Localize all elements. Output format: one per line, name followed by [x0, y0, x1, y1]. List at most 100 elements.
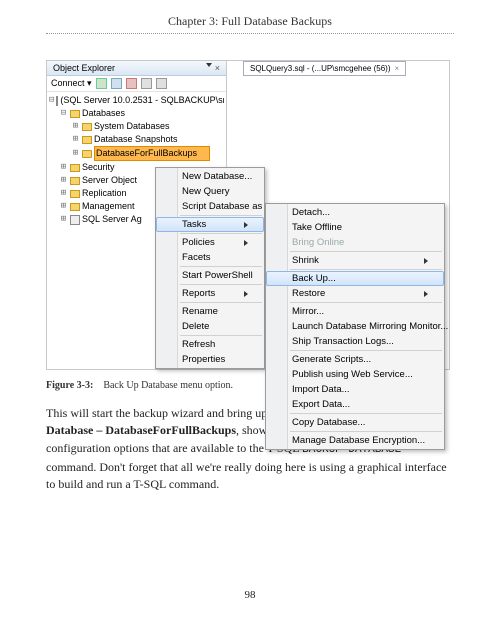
expand-icon[interactable]: ⊞	[59, 161, 68, 174]
expand-icon[interactable]: ⊞	[59, 200, 68, 213]
tree-label: SQL Server Ag	[82, 213, 142, 226]
collapse-icon[interactable]: ⊟	[59, 107, 68, 120]
submenu-arrow-icon	[244, 291, 248, 297]
folder-icon	[70, 203, 80, 211]
tree-label: Replication	[82, 187, 127, 200]
menu-item[interactable]: Rename	[156, 304, 264, 319]
object-explorer-titlebar[interactable]: Object Explorer ×	[47, 61, 226, 76]
tree-label: System Databases	[94, 120, 170, 133]
menu-item-label: Take Offline	[292, 222, 342, 233]
collapse-icon[interactable]: ⊟	[49, 94, 54, 107]
stop-icon[interactable]	[126, 78, 137, 89]
tree-label: Database Snapshots	[94, 133, 178, 146]
menu-item[interactable]: Publish using Web Service...	[266, 367, 444, 382]
tree-system-databases[interactable]: ⊞ System Databases	[49, 120, 224, 133]
menu-separator	[290, 251, 442, 252]
menu-item[interactable]: Delete	[156, 319, 264, 334]
expand-icon[interactable]: ⊞	[71, 120, 80, 133]
menu-item[interactable]: Reports	[156, 286, 264, 301]
caption-text: Back Up Database menu option.	[103, 380, 233, 391]
menu-item[interactable]: New Query	[156, 184, 264, 199]
menu-item-label: Policies	[182, 237, 215, 248]
tree-databases[interactable]: ⊟Databases	[49, 107, 224, 120]
menu-item-label: Import Data...	[292, 384, 350, 395]
menu-item-label: Refresh	[182, 339, 215, 350]
tab-close-icon[interactable]: ×	[395, 64, 400, 73]
folder-icon	[70, 164, 80, 172]
caption-label: Figure 3-3:	[46, 380, 93, 391]
submenu-arrow-icon	[244, 240, 248, 246]
menu-item[interactable]: Launch Database Mirroring Monitor...	[266, 319, 444, 334]
chapter-title: Chapter 3: Full Database Backups	[168, 14, 332, 28]
menu-separator	[290, 431, 442, 432]
connect-icon[interactable]	[96, 78, 107, 89]
expand-icon[interactable]: ⊞	[59, 187, 68, 200]
menu-item-label: New Query	[182, 186, 230, 197]
menu-item-label: Launch Database Mirroring Monitor...	[292, 321, 448, 332]
menu-item[interactable]: New Database...	[156, 169, 264, 184]
server-icon	[56, 96, 58, 106]
tree-label: Security	[82, 161, 115, 174]
tree-label: Management	[82, 200, 135, 213]
close-icon[interactable]: ×	[215, 63, 220, 73]
menu-item-label: Facets	[182, 252, 211, 263]
expand-icon[interactable]: ⊞	[71, 133, 80, 146]
menu-item[interactable]: Shrink	[266, 253, 444, 268]
expand-icon[interactable]: ⊞	[59, 213, 68, 226]
dropdown-icon[interactable]	[206, 63, 212, 67]
tree-selected-database[interactable]: ⊞DatabaseForFullBackups	[49, 146, 224, 161]
menu-item-label: Export Data...	[292, 399, 350, 410]
menu-item[interactable]: Properties	[156, 352, 264, 367]
menu-separator	[180, 335, 262, 336]
menu-separator	[290, 413, 442, 414]
menu-item: Bring Online	[266, 235, 444, 250]
connect-dropdown[interactable]: Connect ▾	[51, 78, 92, 89]
expand-icon[interactable]: ⊞	[59, 174, 68, 187]
menu-separator	[290, 302, 442, 303]
menu-item[interactable]: Ship Transaction Logs...	[266, 334, 444, 349]
agent-icon	[70, 215, 80, 225]
page-header: Chapter 3: Full Database Backups	[0, 0, 500, 34]
menu-item-label: Restore	[292, 288, 325, 299]
menu-item[interactable]: Start PowerShell	[156, 268, 264, 283]
menu-item[interactable]: Back Up...	[266, 271, 444, 286]
filter-icon[interactable]	[141, 78, 152, 89]
header-rule	[46, 33, 454, 34]
menu-item-label: Script Database as	[182, 201, 262, 212]
menu-item-label: Tasks	[182, 219, 206, 230]
tree-server[interactable]: ⊟(SQL Server 10.0.2531 - SQLBACKUP\smcge…	[49, 94, 224, 107]
menu-item[interactable]: Export Data...	[266, 397, 444, 412]
menu-item[interactable]: Restore	[266, 286, 444, 301]
menu-item[interactable]: Policies	[156, 235, 264, 250]
menu-item[interactable]: Mirror...	[266, 304, 444, 319]
tree-database-snapshots[interactable]: ⊞ Database Snapshots	[49, 133, 224, 146]
refresh-icon[interactable]	[156, 78, 167, 89]
menu-item[interactable]: Facets	[156, 250, 264, 265]
menu-separator	[180, 284, 262, 285]
menu-item-label: Generate Scripts...	[292, 354, 371, 365]
menu-item[interactable]: Script Database as	[156, 199, 264, 214]
folder-icon	[70, 177, 80, 185]
menu-item[interactable]: Manage Database Encryption...	[266, 433, 444, 448]
submenu-arrow-icon	[424, 258, 428, 264]
menu-item[interactable]: Tasks	[156, 217, 264, 232]
menu-separator	[180, 266, 262, 267]
object-explorer-title: Object Explorer	[53, 63, 115, 73]
menu-item-label: Delete	[182, 321, 209, 332]
object-explorer-toolbar: Connect ▾	[47, 76, 226, 92]
editor-tab[interactable]: SQLQuery3.sql - (...UP\smcgehee (56)) ×	[243, 61, 406, 76]
menu-item[interactable]: Copy Database...	[266, 415, 444, 430]
menu-item[interactable]: Refresh	[156, 337, 264, 352]
menu-item-label: Shrink	[292, 255, 319, 266]
menu-item[interactable]: Generate Scripts...	[266, 352, 444, 367]
figure-screenshot: Object Explorer × Connect ▾ ⊟(SQL Server…	[46, 60, 450, 370]
menu-item-label: Ship Transaction Logs...	[292, 336, 394, 347]
context-menu-database: New Database... New Query Script Database …	[155, 167, 265, 369]
menu-item[interactable]: Take Offline	[266, 220, 444, 235]
menu-item[interactable]: Import Data...	[266, 382, 444, 397]
expand-icon[interactable]: ⊞	[71, 147, 80, 160]
menu-item-label: Start PowerShell	[182, 270, 253, 281]
menu-item-label: Copy Database...	[292, 417, 365, 428]
disconnect-icon[interactable]	[111, 78, 122, 89]
menu-item[interactable]: Detach...	[266, 205, 444, 220]
